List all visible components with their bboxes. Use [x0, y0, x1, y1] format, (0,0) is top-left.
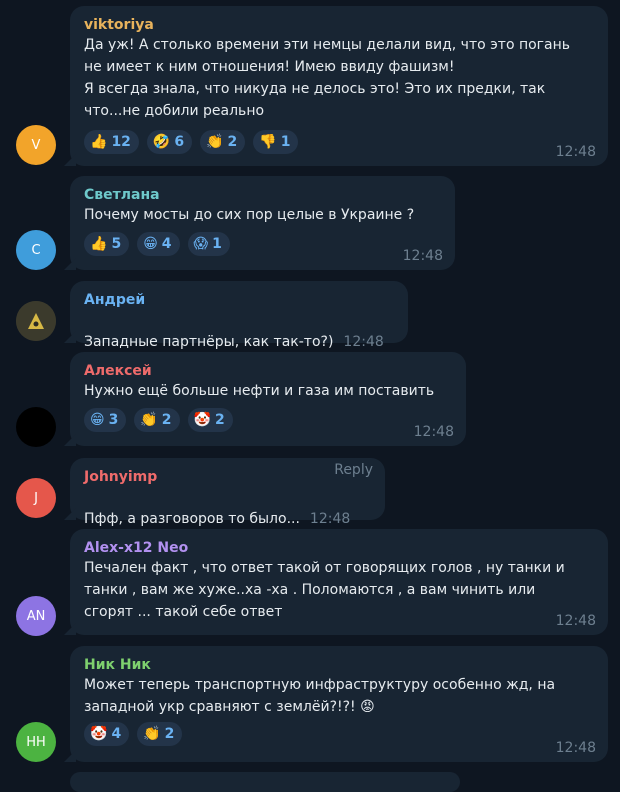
message-time: 12:48 — [309, 511, 351, 527]
sender-name[interactable]: viktoriya — [84, 16, 596, 34]
avatar[interactable]: НН — [16, 722, 56, 762]
message-text-row: Западные партнёры, как так-то?) 12:48 — [84, 309, 396, 353]
message-bubble[interactable]: Ник Ник Может теперь транспортную инфрас… — [64, 646, 608, 762]
reaction-thumbs-down[interactable]: 👎 1 — [253, 130, 299, 154]
clown-icon: 🤡 — [90, 726, 108, 742]
thumbs-down-icon: 👎 — [259, 134, 277, 150]
message-text: Западные партнёры, как так-то?) — [84, 334, 334, 350]
message-text: Почему мосты до сих пор целые в Украине … — [84, 207, 415, 223]
message-text: Нужно ещё больше нефти и газа им постави… — [84, 383, 435, 399]
clown-icon: 🤡 — [193, 412, 211, 428]
reaction-clap[interactable]: 👏 2 — [200, 130, 246, 154]
message-text: Да уж! А столько времени эти немцы делал… — [84, 37, 571, 119]
reply-button[interactable]: Reply — [334, 462, 373, 478]
message-time: 12:48 — [413, 424, 454, 440]
reactions: 👍 12 🤣 6 👏 2 👎 1 — [84, 130, 596, 154]
reaction-thumbs-up[interactable]: 👍 5 — [84, 232, 130, 256]
reactions: 😁 3 👏 2 🤡 2 — [84, 408, 454, 432]
reaction-clown[interactable]: 🤡 2 — [187, 408, 233, 432]
reactions: 👍 5 😁 4 😱 1 — [84, 232, 443, 256]
sender-name[interactable]: Светлана — [84, 186, 443, 204]
message-time: 12:48 — [555, 144, 596, 160]
reaction-clap[interactable]: 👏 2 — [137, 722, 183, 746]
message-time: 12:48 — [402, 248, 443, 264]
avatar[interactable] — [16, 301, 56, 341]
reaction-scream[interactable]: 😱 1 — [187, 232, 230, 256]
message-bubble-partial[interactable] — [70, 772, 460, 792]
avatar[interactable]: C — [16, 230, 56, 270]
avatar[interactable] — [16, 407, 56, 447]
thumbs-up-icon: 👍 — [90, 134, 108, 150]
message-text: Пфф, а разговоров то было... — [84, 511, 300, 527]
grin-icon: 😁 — [143, 236, 158, 252]
message-text: Может теперь транспортную инфраструктуру… — [84, 677, 556, 715]
sender-name[interactable]: Johnyimp — [84, 468, 373, 486]
reaction-grin[interactable]: 😁 3 — [84, 408, 127, 432]
message-bubble[interactable]: viktoriya Да уж! А столько времени эти н… — [64, 6, 608, 166]
sender-name[interactable]: Ник Ник — [84, 656, 596, 674]
message-text: Печален факт , что ответ такой от говоря… — [84, 560, 565, 620]
reactions: 🤡 4 👏 2 — [84, 722, 596, 746]
message-bubble[interactable]: Alex-x12 Neo Печален факт , что ответ та… — [64, 529, 608, 635]
message-time: 12:48 — [343, 334, 384, 350]
reaction-thumbs-up[interactable]: 👍 12 — [84, 130, 139, 154]
message-bubble[interactable]: Reply Johnyimp Пфф, а разговоров то было… — [64, 458, 385, 527]
thumbs-up-icon: 👍 — [90, 236, 108, 252]
reaction-rofl[interactable]: 🤣 6 — [146, 130, 193, 154]
sender-name[interactable]: Alex-x12 Neo — [84, 539, 596, 557]
avatar[interactable]: V — [16, 125, 56, 165]
clap-icon: 👏 — [143, 726, 161, 742]
reaction-clap[interactable]: 👏 2 — [134, 408, 180, 432]
scream-icon: 😱 — [193, 236, 209, 252]
clap-icon: 👏 — [206, 134, 224, 150]
message-text-row: Пфф, а разговоров то было... 12:48 — [84, 486, 373, 530]
message-bubble[interactable]: Алексей Нужно ещё больше нефти и газа им… — [64, 352, 466, 446]
avatar[interactable]: J — [16, 478, 56, 518]
clap-icon: 👏 — [140, 412, 158, 428]
sender-name[interactable]: Алексей — [84, 362, 454, 380]
reaction-clown[interactable]: 🤡 4 — [84, 722, 130, 746]
grin-icon: 😁 — [90, 412, 105, 428]
message-bubble[interactable]: Андрей Западные партнёры, как так-то?) 12… — [64, 281, 408, 350]
avatar[interactable]: AN — [16, 596, 56, 636]
message-bubble[interactable]: Светлана Почему мосты до сих пор целые в… — [64, 176, 455, 270]
reaction-grin[interactable]: 😁 4 — [137, 232, 180, 256]
radiation-icon — [16, 301, 56, 341]
message-time: 12:48 — [555, 613, 596, 629]
sender-name[interactable]: Андрей — [84, 291, 396, 309]
message-time: 12:48 — [555, 740, 596, 756]
rofl-icon: 🤣 — [152, 134, 171, 150]
